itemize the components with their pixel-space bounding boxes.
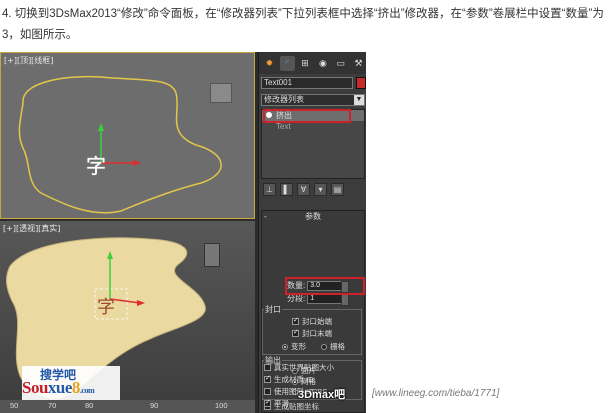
segments-spinner[interactable]: 1 (307, 293, 350, 306)
cap-end-checkbox[interactable]: 封口末端 (292, 328, 332, 339)
chevron-down-icon: ▼ (354, 95, 364, 105)
command-panel-tabs: ✹ ◜ ⊞ ◉ ▭ ⚒ (259, 52, 366, 74)
ruler-tick: 50 (10, 401, 19, 410)
morph-label: 变形 (291, 342, 306, 351)
hierarchy-tab-icon[interactable]: ⊞ (298, 56, 313, 71)
stack-toolbar: ⊥ ▌ ∀ ▾ ▤ (263, 183, 344, 196)
make-unique-icon[interactable]: ∀ (297, 183, 310, 196)
modify-tab-icon[interactable]: ◜ (279, 55, 295, 71)
object-color-swatch[interactable] (356, 77, 366, 89)
modifier-list-dropdown[interactable]: 修改器列表 ▼ (261, 94, 365, 106)
ruler-tick: 90 (150, 401, 159, 410)
gen-mat-id-checkbox[interactable]: 生成材质 ID (264, 374, 314, 385)
ruler-tick: 80 (85, 401, 94, 410)
rollout-title: 参数 (305, 212, 321, 221)
smooth-label: 平滑 (274, 399, 289, 408)
cap-start-label: 封口始端 (302, 317, 332, 326)
real-world-label: 真实世界贴图大小 (274, 363, 334, 372)
svg-text:字: 字 (97, 297, 115, 318)
cap-end-label: 封口末端 (302, 329, 332, 338)
checkbox-icon (264, 364, 271, 371)
configure-sets-icon[interactable]: ▤ (331, 183, 344, 196)
radio-icon (321, 343, 327, 350)
instruction-text: 4. 切换到3DsMax2013“修改”命令面板，在“修改器列表”下拉列表框中选… (2, 8, 604, 41)
checkbox-icon (264, 398, 271, 407)
object-name-row: Text001 (261, 77, 366, 89)
viewcube-persp[interactable] (204, 243, 220, 267)
create-tab-icon[interactable]: ✹ (262, 56, 277, 71)
grid-label: 栅格 (330, 342, 345, 351)
smooth-checkbox[interactable]: 平滑 (264, 398, 289, 409)
ruler-tick: 100 (215, 401, 228, 410)
utility-tab-icon[interactable]: ⚒ (351, 56, 366, 71)
viewcube-top[interactable] (210, 83, 232, 103)
checkbox-icon (264, 388, 271, 395)
capping-title: 封口 (264, 304, 282, 315)
display-tab-icon[interactable]: ▭ (333, 56, 348, 71)
souxue8-logo: 搜学吧 Souxue8.com (22, 366, 120, 400)
ruler-tick: 70 (48, 401, 57, 410)
max-screenshot: [+][顶][线框] 字 [+][透视][真实] 字 ✹ ◜ ⊞ ◉ ▭ ⚒ T… (0, 52, 366, 413)
amount-highlight (285, 277, 365, 295)
top-viewport[interactable]: [+][顶][线框] 字 (0, 52, 255, 219)
checkbox-icon (292, 316, 299, 325)
pin-stack-icon[interactable]: ⊥ (263, 183, 276, 196)
real-world-checkbox[interactable]: 真实世界贴图大小 (264, 362, 334, 373)
gen-mat-label: 生成材质 ID (274, 375, 314, 384)
remove-modifier-icon[interactable]: ▾ (314, 183, 327, 196)
show-end-result-icon[interactable]: ▌ (280, 183, 293, 196)
morph-radio[interactable]: 变形 (282, 341, 306, 352)
logo-main-text: Souxue8.com (22, 378, 95, 397)
svg-text:字: 字 (86, 154, 106, 178)
watermark-url: [www.lineeg.com/tieba/1771] (372, 388, 500, 399)
modifier-list-label: 修改器列表 (264, 95, 304, 104)
rollout-header[interactable]: - 参数 (262, 211, 364, 222)
grid-radio[interactable]: 栅格 (321, 341, 345, 352)
text-shape-outline: 字 (18, 75, 222, 214)
checkbox-icon (264, 374, 271, 383)
stack-item-label: Text (276, 122, 291, 131)
time-ruler[interactable]: 50 70 80 90 100 (0, 400, 255, 413)
radio-icon (282, 343, 288, 350)
object-name-field[interactable]: Text001 (261, 77, 353, 89)
checkbox-icon (292, 328, 299, 337)
motion-tab-icon[interactable]: ◉ (315, 56, 330, 71)
watermark-brand: 3Dmax吧 (298, 389, 346, 401)
collapse-icon: - (264, 212, 267, 221)
extrude-highlight (263, 109, 351, 123)
cap-start-checkbox[interactable]: 封口始端 (292, 316, 332, 327)
